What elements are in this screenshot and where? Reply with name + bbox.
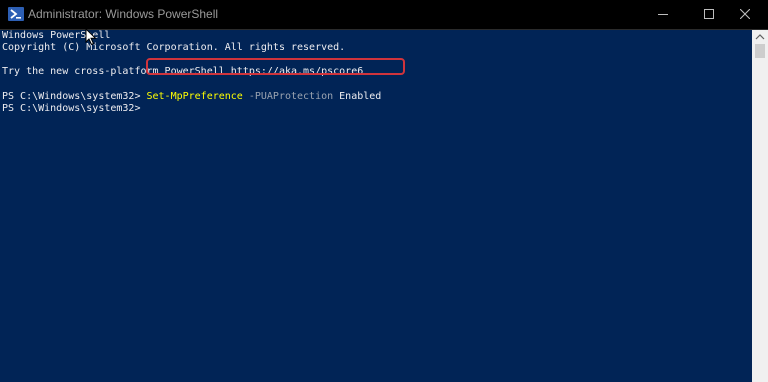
scroll-up-icon[interactable] [752, 30, 768, 44]
command-parameter: -PUAProtection [242, 91, 334, 102]
mouse-pointer-icon [85, 27, 97, 46]
close-button[interactable] [722, 0, 768, 29]
console-output[interactable]: Windows PowerShell Copyright (C) Microso… [2, 30, 750, 382]
scroll-thumb[interactable] [755, 44, 765, 58]
minimize-icon [658, 14, 668, 15]
window-title: Administrator: Windows PowerShell [28, 7, 219, 21]
command-highlight-box [146, 58, 405, 75]
console-line: Copyright (C) Microsoft Corporation. All… [2, 42, 346, 53]
command-prompt: PS C:\Windows\system32> [2, 91, 147, 102]
current-prompt[interactable]: PS C:\Windows\system32> [2, 103, 140, 115]
minimize-button[interactable] [640, 0, 686, 29]
command-line: PS C:\Windows\system32> Set-MpPreference… [2, 91, 381, 103]
maximize-icon [704, 9, 714, 19]
command-value: Enabled [333, 91, 382, 102]
powershell-icon [8, 7, 24, 21]
command-cmdlet: Set-MpPreference [146, 91, 243, 102]
close-icon [740, 9, 750, 19]
powershell-window: Administrator: Windows PowerShell Window… [0, 0, 768, 382]
title-bar[interactable]: Administrator: Windows PowerShell [0, 0, 768, 30]
vertical-scrollbar[interactable] [752, 30, 768, 382]
